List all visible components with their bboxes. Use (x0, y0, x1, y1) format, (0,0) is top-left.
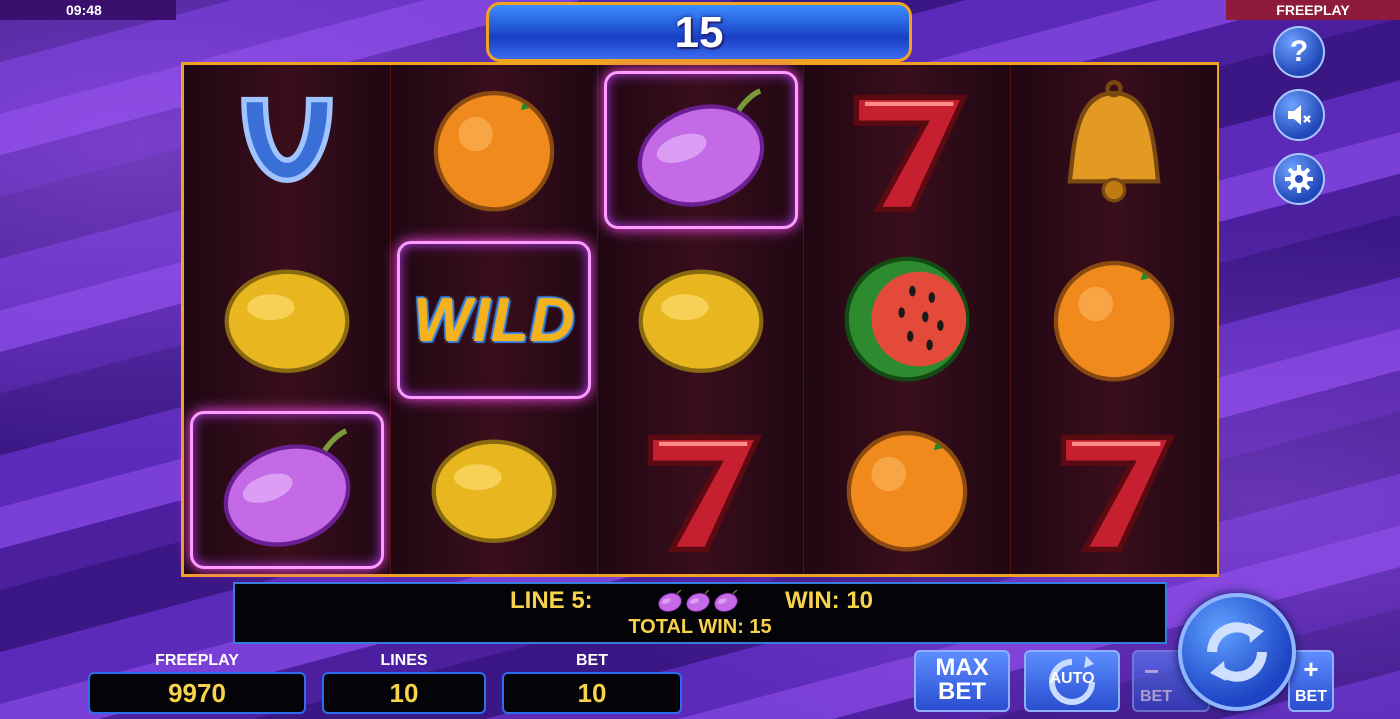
reel-3 (596, 65, 804, 575)
symbol-seven (804, 65, 1010, 235)
help-icon: ? (1289, 35, 1309, 68)
orange-icon (837, 418, 977, 562)
symbol-seven (1011, 405, 1217, 575)
line-label: LINE 5: (510, 587, 593, 614)
horseshoe-icon (217, 78, 357, 222)
symbol-lemon (391, 405, 597, 575)
freeplay-value: 9970 (88, 672, 306, 714)
plum-icon (631, 78, 771, 222)
sound-button[interactable] (1273, 89, 1325, 141)
symbol-bell (1011, 65, 1217, 235)
bet-label: BET (576, 652, 608, 669)
slot-board: WILD (181, 62, 1219, 577)
symbol-orange (1011, 235, 1217, 405)
plum-icon (217, 418, 357, 562)
spin-icon (1207, 622, 1267, 682)
win-message-bar: LINE 5: WIN: 10 TOTAL WIN: 15 (233, 582, 1167, 644)
symbol-wild: WILD (391, 235, 597, 405)
max-bet-button[interactable]: MAX BET (914, 650, 1010, 712)
reel-5 (1009, 65, 1217, 575)
max-bet-line2: BET (938, 678, 986, 705)
symbol-plum (184, 405, 390, 575)
help-button[interactable]: ? (1273, 26, 1325, 78)
lemon-icon (424, 418, 564, 562)
symbol-orange (804, 405, 1010, 575)
settings-gear-icon (1285, 165, 1313, 193)
auto-button[interactable]: AUTO (1024, 650, 1120, 712)
plus-icon: + (1303, 654, 1319, 684)
orange-icon (1044, 248, 1184, 392)
clock: 09:48 (0, 0, 176, 20)
symbol-plum (598, 65, 804, 235)
lines-label: LINES (380, 652, 428, 669)
bet-minus-label: BET (1140, 688, 1172, 705)
bet-value[interactable]: 10 (502, 672, 682, 714)
symbol-horseshoe (184, 65, 390, 235)
auto-label: AUTO (1049, 670, 1095, 687)
total-win-label: TOTAL WIN: 15 (628, 616, 772, 638)
seven-icon (631, 418, 771, 562)
lemon-icon (631, 248, 771, 392)
reel-2: WILD (390, 65, 598, 575)
symbol-watermelon (804, 235, 1010, 405)
wild-text: WILD (413, 285, 576, 355)
mode-badge: FREEPLAY (1226, 0, 1400, 20)
line-win-label: WIN: 10 (785, 587, 874, 614)
max-bet-line1: MAX (935, 654, 989, 681)
symbol-lemon (184, 235, 390, 405)
reel-4 (803, 65, 1011, 575)
lemon-icon (217, 248, 357, 392)
watermelon-icon (837, 248, 977, 392)
seven-icon (1044, 418, 1184, 562)
bell-icon (1044, 78, 1184, 222)
settings-button[interactable] (1273, 153, 1325, 205)
bet-plus-label: BET (1295, 688, 1327, 705)
win-counter: 15 (486, 2, 912, 62)
reel-1 (184, 65, 390, 574)
spin-button[interactable] (1178, 593, 1296, 711)
freeplay-label: FREEPLAY (155, 652, 239, 669)
symbol-seven (598, 405, 804, 575)
orange-icon (424, 78, 564, 222)
lines-value[interactable]: 10 (322, 672, 486, 714)
sound-muted-icon (1288, 105, 1311, 125)
minus-icon: − (1144, 656, 1160, 686)
symbol-lemon (598, 235, 804, 405)
symbol-orange (391, 65, 597, 235)
seven-icon (837, 78, 977, 222)
